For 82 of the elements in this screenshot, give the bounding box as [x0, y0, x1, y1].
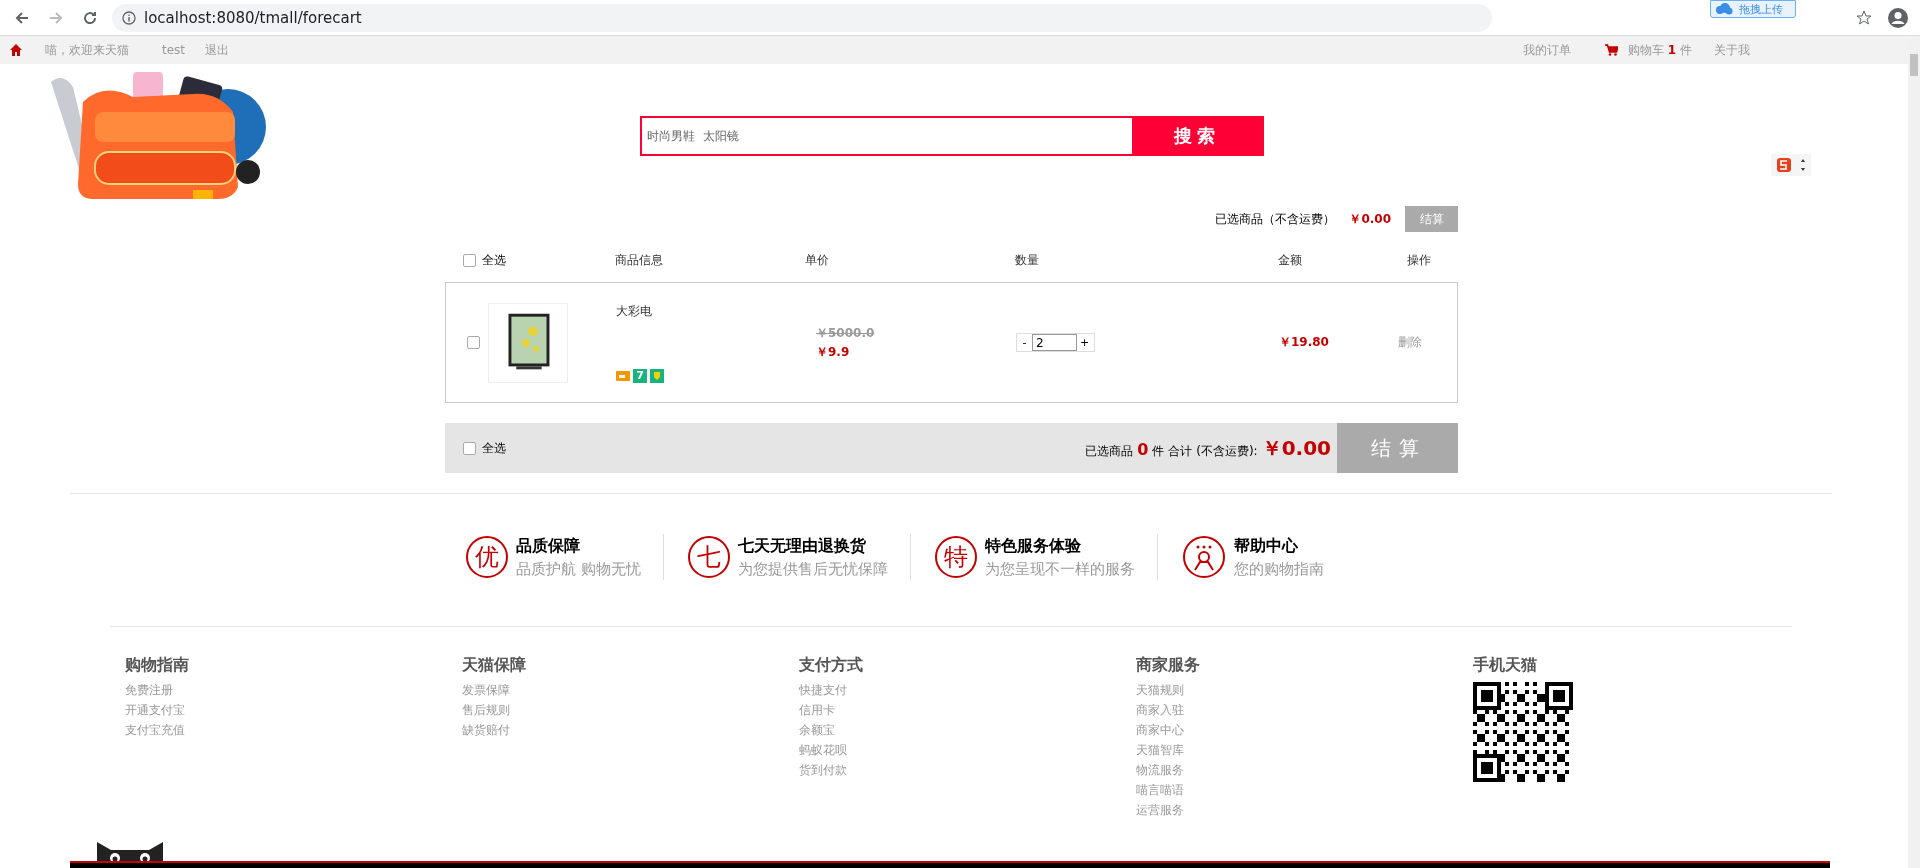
quantity-field[interactable]: 2 — [1032, 334, 1077, 351]
column-header: 金额 — [1278, 251, 1303, 269]
delete-link[interactable]: 删除 — [1398, 334, 1459, 351]
footer-link[interactable]: 喵言喵语 — [1136, 780, 1473, 800]
price: ￥9.9 — [816, 343, 851, 361]
footer-link[interactable]: 快捷支付 — [799, 680, 1136, 700]
product-name[interactable]: 大彩电 — [616, 302, 806, 320]
footer-link[interactable]: 天猫智库 — [1136, 740, 1473, 760]
service-subtitle: 为您呈现不一样的服务 — [984, 559, 1135, 579]
footer-link[interactable]: 余额宝 — [799, 720, 1136, 740]
column-header: 数量 — [1015, 251, 1040, 269]
column-header: 操作 — [1406, 251, 1432, 269]
checkout-button[interactable]: 结算 — [1405, 206, 1458, 232]
footer-link[interactable]: 缺货赔付 — [462, 720, 799, 740]
selected-count: 0 — [1137, 439, 1149, 459]
service-icon: 优 — [466, 536, 508, 578]
service-title: 帮助中心 — [1233, 535, 1299, 557]
selected-label: 已选商品 — [1085, 442, 1134, 460]
footer-link[interactable]: 售后规则 — [462, 700, 799, 720]
input-method-icon[interactable] — [1771, 154, 1811, 176]
footer-link[interactable]: 商家中心 — [1136, 720, 1473, 740]
select-all-label: 全选 — [482, 251, 506, 269]
summary-label: 已选商品（不含运费） — [1215, 210, 1336, 228]
nav-link[interactable]: test — [162, 43, 186, 57]
service-title: 七天无理由退换货 — [737, 535, 867, 557]
footer-link[interactable]: 开通支付宝 — [125, 700, 462, 720]
url-text: localhost:8080/tmall/forecart — [144, 8, 362, 27]
cart-icon — [1605, 44, 1618, 56]
service-subtitle: 品质护航 购物无忧 — [516, 559, 641, 579]
nav-link[interactable]: 喵，欢迎来天猫 — [45, 41, 129, 59]
summary-amount: ￥0.00 — [1349, 210, 1391, 228]
footer-heading: 天猫保障 — [462, 655, 527, 676]
person-icon — [1181, 535, 1226, 579]
service-title: 特色服务体验 — [984, 535, 1082, 557]
nav-link[interactable]: 关于我 — [1714, 41, 1750, 59]
service-title: 品质保障 — [516, 535, 581, 557]
qr-code-icon — [1473, 682, 1573, 782]
footer-link[interactable]: 货到付款 — [799, 760, 1136, 780]
footer-link[interactable]: 商家入驻 — [1136, 700, 1473, 720]
home-icon[interactable] — [10, 44, 22, 56]
card-icon — [616, 368, 630, 383]
service-icon: 七 — [687, 536, 730, 578]
subtotal: ￥19.80 — [1279, 334, 1330, 351]
profile-icon[interactable] — [1886, 5, 1910, 30]
nav-link[interactable]: 我的订单 — [1523, 41, 1571, 59]
unit-label: 件 — [1152, 442, 1165, 460]
column-header: 单价 — [805, 251, 830, 269]
footer-link[interactable]: 免费注册 — [125, 680, 462, 700]
checkbox[interactable] — [467, 336, 480, 349]
scrollbar[interactable] — [1908, 36, 1920, 868]
column-header: 商品信息 — [615, 251, 664, 269]
footer-link[interactable]: 蚂蚁花呗 — [799, 740, 1136, 760]
footer-link[interactable]: 天猫规则 — [1136, 680, 1473, 700]
footer-heading: 支付方式 — [799, 655, 864, 676]
original-price: ￥5000.0 — [816, 324, 876, 342]
footer-link[interactable]: 支付宝充值 — [125, 720, 462, 740]
nav-link[interactable]: 退出 — [205, 41, 230, 59]
badge-icon: 7 — [633, 368, 647, 383]
address-bar[interactable]: localhost:8080/tmall/forecart — [112, 3, 1492, 32]
total-amount: ￥0.00 — [1261, 434, 1331, 462]
checkbox[interactable] — [463, 253, 476, 267]
info-icon — [122, 10, 136, 25]
search-button[interactable]: 搜索 — [1132, 118, 1262, 154]
service-subtitle: 为您提供售后无忧保障 — [737, 559, 888, 579]
search-field[interactable]: 时尚男鞋 太阳镜 搜索 — [640, 116, 1264, 156]
total-label: 合计 (不含运费): — [1168, 442, 1258, 460]
footer-heading: 商家服务 — [1136, 655, 1201, 676]
cloud-icon — [1715, 3, 1733, 15]
service-icon: 特 — [934, 536, 977, 578]
footer-heading: 手机天猫 — [1473, 655, 1538, 676]
shield-icon — [650, 368, 664, 383]
checkout-button[interactable]: 结算 — [1337, 423, 1458, 473]
nav-link[interactable]: 购物车 1 件 — [1628, 41, 1692, 59]
checkbox[interactable] — [463, 441, 476, 455]
footer-link[interactable]: 信用卡 — [799, 700, 1136, 720]
footer-link[interactable]: 发票保障 — [462, 680, 799, 700]
service-subtitle: 您的购物指南 — [1233, 559, 1324, 579]
upload-widget[interactable]: 拖拽上传 — [1710, 0, 1796, 18]
footer-heading: 购物指南 — [125, 655, 190, 676]
select-all-label: 全选 — [482, 439, 506, 457]
footer-link[interactable]: 运营服务 — [1136, 800, 1473, 820]
footer-link[interactable]: 物流服务 — [1136, 760, 1473, 780]
